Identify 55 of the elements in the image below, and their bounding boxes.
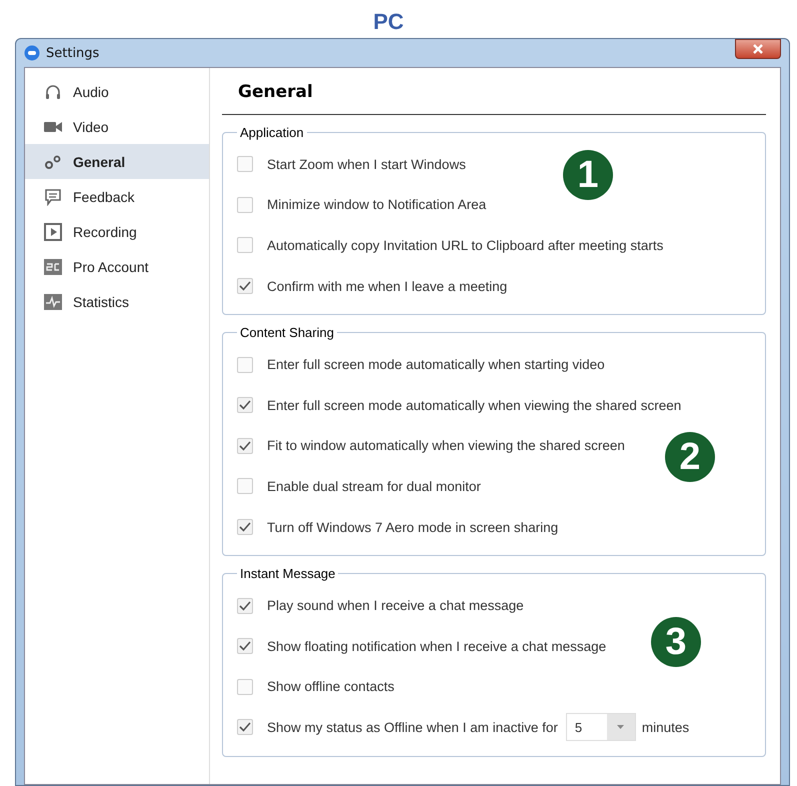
number-badge: 3 <box>651 617 701 668</box>
unit-label: minutes <box>642 720 690 735</box>
account-icon <box>44 258 62 276</box>
sidebar-item[interactable]: Pro Account <box>25 249 209 284</box>
checkbox[interactable] <box>237 719 253 736</box>
sidebar-item[interactable]: Statistics <box>25 284 209 319</box>
checkbox[interactable] <box>237 598 253 614</box>
checkbox[interactable] <box>237 397 253 414</box>
close-button[interactable] <box>735 39 781 59</box>
play-icon <box>44 222 62 240</box>
sidebar-item[interactable]: Recording <box>25 214 209 249</box>
option-label: Minimize window to Notification Area <box>267 197 486 212</box>
option-label: Turn off Windows 7 Aero mode in screen sharing <box>267 520 558 535</box>
checkbox[interactable] <box>237 278 253 294</box>
option-label: Enter full screen mode automatically when starting video <box>267 357 605 372</box>
option-label: Play sound when I receive a chat message <box>267 598 524 614</box>
option-label: Confirm with me when I leave a meeting <box>267 278 508 294</box>
group-title: Application <box>239 125 305 140</box>
checkbox[interactable] <box>237 519 253 536</box>
window-title: Settings <box>46 46 100 60</box>
camera-icon <box>44 120 62 132</box>
number-badge: 2 <box>665 432 715 482</box>
sidebar-item[interactable]: Video <box>25 109 209 144</box>
option-label: Enter full screen mode automatically when viewing the shared screen <box>267 398 682 413</box>
checkbox[interactable] <box>237 196 253 213</box>
app-icon <box>24 45 40 61</box>
minutes-dropdown[interactable]: 5 <box>566 713 636 742</box>
page-heading: PC <box>372 8 405 36</box>
gears-icon <box>44 154 62 168</box>
checkbox[interactable] <box>237 638 253 654</box>
caret-icon <box>617 725 624 730</box>
checkbox[interactable] <box>237 438 253 454</box>
checkbox[interactable] <box>237 678 253 695</box>
option-label: Show floating notification when I receive a chat message <box>267 638 606 654</box>
option-label: Show my status as Offline when I am inactive for <box>267 720 558 735</box>
option-label: Automatically copy Invitation URL to Clipboard after meeting starts <box>267 238 664 253</box>
pulse-icon <box>44 292 62 310</box>
option-label: Fit to window automatically when viewing the shared screen <box>267 438 625 454</box>
close-icon <box>752 44 764 54</box>
checkbox[interactable] <box>237 478 253 494</box>
page-title: General <box>237 81 314 104</box>
number-badge: 1 <box>563 150 613 200</box>
chat-icon <box>44 188 62 206</box>
checkbox[interactable] <box>237 156 253 172</box>
sidebar-item[interactable]: Feedback <box>25 179 209 214</box>
option-label: Enable dual stream for dual monitor <box>267 478 481 494</box>
sidebar-item[interactable]: Audio <box>25 74 209 109</box>
group-title: Content Sharing <box>239 325 335 340</box>
checkbox[interactable] <box>237 356 253 373</box>
option-label: Show offline contacts <box>267 679 394 694</box>
headphones-icon <box>44 82 62 100</box>
group-title: Instant Message <box>239 566 336 582</box>
option-label: Start Zoom when I start Windows <box>267 156 466 172</box>
sidebar-item[interactable]: General <box>25 144 209 179</box>
checkbox[interactable] <box>237 237 253 254</box>
